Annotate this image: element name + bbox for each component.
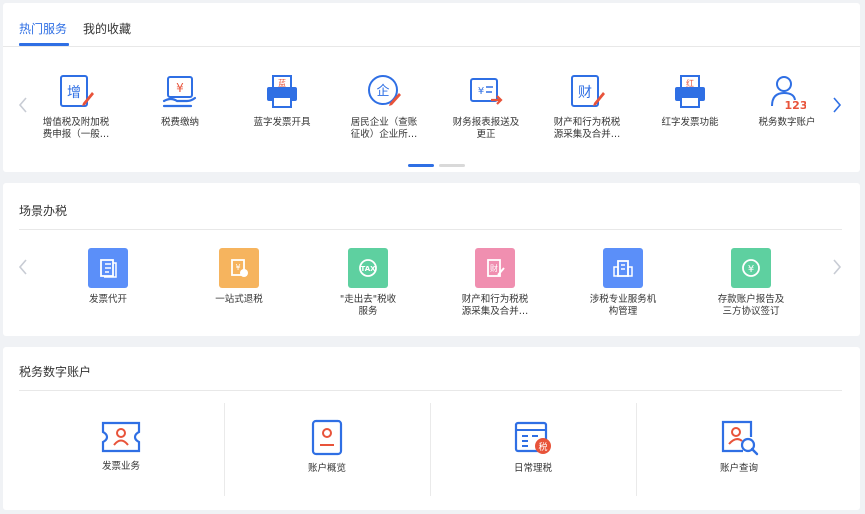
- svg-text:¥: ¥: [176, 81, 184, 95]
- svg-text:增: 增: [67, 85, 81, 101]
- service-tabs: 热门服务 我的收藏: [3, 3, 860, 47]
- service-item-property-tax[interactable]: 财 财产和行为税税 源采集及合并…: [545, 73, 629, 141]
- digital-account-panel: 税务数字账户 发票业务 账户概览 税 日常理税 账户查询: [3, 347, 860, 510]
- pagination-dot-active[interactable]: [408, 164, 434, 167]
- scenario-item-label: 发票代开: [88, 294, 127, 305]
- service-item-label: 红字发票功能: [661, 117, 719, 128]
- property-tax-icon: 财: [571, 75, 605, 107]
- service-item-label: 蓝字发票开具: [253, 117, 311, 128]
- pagination-dot[interactable]: [439, 164, 465, 167]
- service-item-tax-payment[interactable]: ¥ 税费缴纳: [140, 73, 220, 129]
- vat-declare-icon: 增: [60, 75, 94, 107]
- svg-text:红: 红: [686, 78, 694, 88]
- scenario-item-label: 一站式退税: [215, 294, 263, 305]
- digital-account-title: 税务数字账户: [19, 365, 92, 379]
- scenario-title: 场景办税: [19, 204, 68, 218]
- tab-hot-services[interactable]: 热门服务: [19, 20, 67, 37]
- account-item-label: 账户查询: [719, 463, 758, 474]
- scenario-panel: 场景办税 发票代开 ¥ 一站式退税 TAX "走出去"税收 服务 财 财产和行为…: [3, 183, 860, 336]
- scenario-item-property-tax[interactable]: 财 财产和行为税税 源采集及合并…: [451, 248, 539, 318]
- svg-text:123: 123: [785, 99, 806, 111]
- scenario-item-one-stop-refund[interactable]: ¥ 一站式退税: [196, 248, 282, 306]
- account-item-label: 发票业务: [101, 461, 140, 472]
- scenario-item-deposit-account[interactable]: ¥ 存款账户报告及 三方协议签订: [707, 248, 795, 318]
- svg-text:蓝: 蓝: [278, 78, 286, 88]
- digital-account-user-icon: 123: [771, 76, 806, 111]
- service-item-label: 增值税及附加税 费申报（一般…: [42, 117, 110, 140]
- service-item-red-invoice[interactable]: 红 红字发票功能: [650, 73, 730, 129]
- active-tab-indicator: [19, 43, 69, 46]
- column-divider: [224, 403, 225, 496]
- scenario-prev-arrow[interactable]: [18, 258, 28, 276]
- tax-agency-building-icon: [603, 248, 643, 288]
- service-item-enterprise-income[interactable]: 企 居民企业（查账 征收）企业所…: [341, 73, 427, 141]
- deposit-account-icon: ¥: [731, 248, 771, 288]
- column-divider: [636, 403, 637, 496]
- divider: [19, 390, 842, 391]
- service-item-blue-invoice[interactable]: 蓝 蓝字发票开具: [240, 73, 324, 129]
- svg-text:¥: ¥: [235, 263, 240, 272]
- account-item-label: 账户概览: [307, 463, 346, 474]
- account-query-icon: [721, 420, 759, 456]
- scenario-item-label: 财产和行为税税 源采集及合并…: [461, 294, 529, 317]
- svg-text:财: 财: [490, 263, 498, 273]
- account-item-overview[interactable]: 账户概览: [287, 419, 367, 475]
- scenario-item-tax-agency[interactable]: 涉税专业服务机 构管理: [579, 248, 667, 318]
- svg-text:税: 税: [538, 441, 547, 453]
- scenario-item-label: 涉税专业服务机 构管理: [589, 294, 657, 317]
- carousel-prev-arrow[interactable]: [18, 96, 28, 114]
- scenario-item-label: 存款账户报告及 三方协议签订: [717, 294, 785, 317]
- service-item-label: 财务报表报送及 更正: [452, 117, 520, 140]
- red-invoice-printer-icon: 红: [675, 75, 705, 108]
- financial-report-icon: ¥: [470, 78, 503, 105]
- account-overview-icon: [311, 419, 343, 456]
- svg-text:TAX: TAX: [360, 265, 376, 273]
- scenario-item-label: "走出去"税收 服务: [339, 294, 397, 317]
- account-item-query[interactable]: 账户查询: [699, 419, 779, 475]
- blue-invoice-printer-icon: 蓝: [267, 75, 297, 108]
- invoice-business-icon: [101, 421, 141, 453]
- service-item-digital-account[interactable]: 123 税务数字账户: [747, 73, 827, 129]
- service-item-vat-declare[interactable]: 增 增值税及附加税 费申报（一般…: [36, 73, 116, 141]
- account-item-invoice-business[interactable]: 发票业务: [81, 419, 161, 473]
- tab-my-favorites[interactable]: 我的收藏: [83, 20, 131, 37]
- scenario-item-invoice-proxy[interactable]: 发票代开: [68, 248, 148, 306]
- invoice-proxy-icon: [88, 248, 128, 288]
- hot-services-panel: 热门服务 我的收藏 增 增值税及附加税 费申报（一般… ¥ 税费缴纳 蓝 蓝字发…: [3, 3, 860, 172]
- enterprise-income-icon: 企: [368, 75, 401, 106]
- svg-text:企: 企: [376, 83, 389, 99]
- service-item-financial-report[interactable]: ¥ 财务报表报送及 更正: [444, 73, 528, 141]
- carousel-next-arrow[interactable]: [832, 96, 842, 114]
- service-item-label: 税务数字账户: [758, 117, 816, 128]
- svg-text:¥: ¥: [748, 264, 754, 275]
- scenario-item-going-global[interactable]: TAX "走出去"税收 服务: [324, 248, 412, 318]
- divider: [19, 229, 842, 230]
- service-item-label: 税费缴纳: [160, 117, 199, 128]
- account-item-daily-tax[interactable]: 税 日常理税: [493, 419, 573, 475]
- one-stop-refund-icon: ¥: [219, 248, 259, 288]
- going-global-tax-icon: TAX: [348, 248, 388, 288]
- tax-payment-icon: ¥: [162, 76, 197, 108]
- property-tax-tile-icon: 财: [475, 248, 515, 288]
- scenario-next-arrow[interactable]: [832, 258, 842, 276]
- daily-tax-icon: 税: [514, 421, 551, 454]
- svg-text:财: 财: [578, 85, 592, 101]
- service-item-label: 居民企业（查账 征收）企业所…: [350, 117, 418, 140]
- service-item-label: 财产和行为税税 源采集及合并…: [553, 117, 621, 140]
- account-item-label: 日常理税: [513, 463, 552, 474]
- column-divider: [430, 403, 431, 496]
- svg-text:¥: ¥: [478, 86, 484, 97]
